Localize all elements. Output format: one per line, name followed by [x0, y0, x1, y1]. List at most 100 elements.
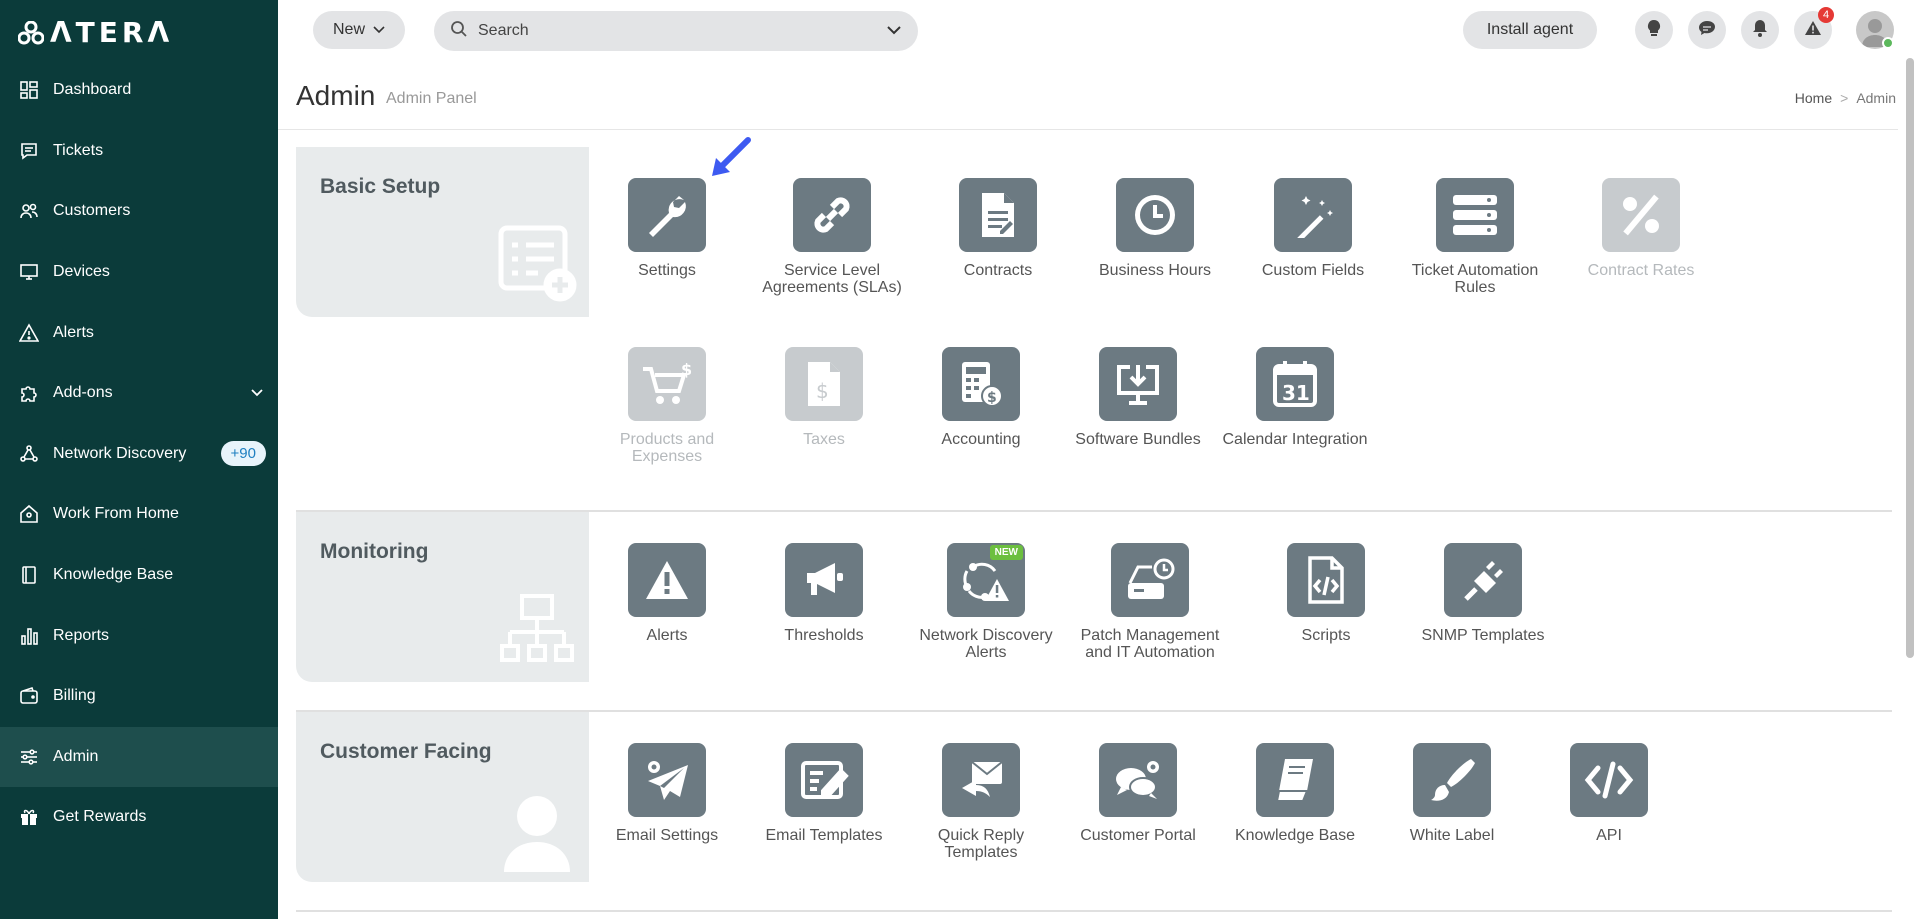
breadcrumb: Home > Admin	[1795, 90, 1896, 106]
tile-taxes[interactable]: $ Taxes	[749, 347, 899, 448]
gift-icon	[19, 807, 39, 827]
book-icon	[19, 565, 39, 585]
tile-patch-management[interactable]: Patch Management and IT Automation	[1075, 543, 1225, 661]
new-button-label: New	[332, 21, 365, 38]
section-panel: Basic Setup	[296, 147, 589, 317]
page-scrollbar[interactable]	[1898, 0, 1920, 919]
section-basic-setup: Basic Setup Settings Service Level Agree…	[296, 147, 1892, 512]
tile-api[interactable]: API	[1534, 743, 1684, 844]
tile-ticket-automation-rules[interactable]: Ticket Automation Rules	[1400, 178, 1550, 296]
sidebar-item-dashboard[interactable]: Dashboard	[0, 60, 278, 121]
svg-text:$: $	[816, 379, 829, 403]
magic-wand-icon	[1274, 178, 1352, 252]
sidebar-item-label: Tickets	[53, 141, 104, 159]
sidebar-item-tickets[interactable]: Tickets	[0, 121, 278, 182]
tile-email-settings[interactable]: Email Settings	[592, 743, 742, 844]
chat-button[interactable]	[1688, 11, 1726, 49]
tile-custom-fields[interactable]: Custom Fields	[1238, 178, 1388, 279]
tile-contracts[interactable]: Contracts	[923, 178, 1073, 279]
link-icon	[793, 178, 871, 252]
tile-alerts[interactable]: Alerts	[592, 543, 742, 644]
tile-label: Contract Rates	[1587, 262, 1695, 279]
tile-scripts[interactable]: Scripts	[1251, 543, 1401, 644]
sidebar-item-reports[interactable]: Reports	[0, 605, 278, 666]
tile-label: Custom Fields	[1261, 262, 1365, 279]
person-illustration-icon	[502, 792, 572, 877]
tile-label: Email Settings	[615, 827, 719, 844]
tile-calendar-integration[interactable]: 31 Calendar Integration	[1220, 347, 1370, 448]
tile-label: Network Discovery Alerts	[919, 627, 1053, 661]
install-agent-button[interactable]: Install agent	[1463, 11, 1597, 49]
lightbulb-icon	[1646, 19, 1662, 42]
sidebar-item-addons[interactable]: Add-ons	[0, 363, 278, 424]
tile-knowledge-base[interactable]: Knowledge Base	[1220, 743, 1370, 844]
tile-email-templates[interactable]: Email Templates	[749, 743, 899, 844]
sidebar-item-work-from-home[interactable]: Work From Home	[0, 484, 278, 545]
sidebar-item-customers[interactable]: Customers	[0, 181, 278, 242]
paintbrush-icon	[1413, 743, 1491, 817]
tile-label: White Label	[1409, 827, 1495, 844]
sidebar-item-alerts[interactable]: Alerts	[0, 302, 278, 363]
section-title: Customer Facing	[320, 740, 492, 763]
tile-software-bundles[interactable]: Software Bundles	[1063, 347, 1213, 448]
tile-accounting[interactable]: $ Accounting	[906, 347, 1056, 448]
atera-logo[interactable]: ΛTERΛ	[18, 16, 173, 49]
chevron-down-icon[interactable]	[886, 22, 902, 40]
calculator-icon: $	[942, 347, 1020, 421]
chevron-down-icon	[250, 385, 264, 403]
section-panel: Customer Facing	[296, 712, 589, 882]
breadcrumb-home[interactable]: Home	[1795, 90, 1832, 106]
svg-text:$: $	[987, 390, 997, 406]
pointer-arrow-icon	[706, 136, 752, 187]
tile-settings[interactable]: Settings	[592, 178, 742, 279]
tile-snmp-templates[interactable]: SNMP Templates	[1408, 543, 1558, 644]
tile-white-label[interactable]: White Label	[1377, 743, 1527, 844]
breadcrumb-separator: >	[1840, 90, 1849, 106]
puzzle-icon	[19, 383, 39, 403]
tile-sla[interactable]: Service Level Agreements (SLAs)	[757, 178, 907, 296]
sidebar-item-billing[interactable]: Billing	[0, 666, 278, 727]
tile-customer-portal[interactable]: Customer Portal	[1063, 743, 1213, 844]
lightbulb-button[interactable]	[1635, 11, 1673, 49]
tile-label: Calendar Integration	[1222, 431, 1368, 448]
tile-quick-reply-templates[interactable]: Quick Reply Templates	[906, 743, 1056, 861]
megaphone-icon	[785, 543, 863, 617]
tile-products-and-expenses[interactable]: $ Products and Expenses	[592, 347, 742, 465]
tax-document-icon: $	[785, 347, 863, 421]
tile-network-discovery-alerts[interactable]: NEW Network Discovery Alerts	[911, 543, 1061, 661]
breadcrumb-current: Admin	[1856, 90, 1896, 106]
tile-thresholds[interactable]: Thresholds	[749, 543, 899, 644]
sidebar-item-devices[interactable]: Devices	[0, 242, 278, 303]
tile-label: Knowledge Base	[1234, 827, 1356, 844]
plug-icon	[1444, 543, 1522, 617]
sidebar-item-label: Reports	[53, 626, 110, 644]
sidebar-item-get-rewards[interactable]: Get Rewards	[0, 787, 278, 848]
new-button[interactable]: New	[313, 11, 405, 49]
sidebar-item-label: Alerts	[53, 323, 94, 341]
page-header: Admin Admin Panel Home > Admin	[278, 60, 1898, 130]
dashboard-icon	[19, 80, 39, 100]
tile-contract-rates[interactable]: Contract Rates	[1566, 178, 1716, 279]
search-input[interactable]: Search	[434, 11, 918, 51]
bar-chart-icon	[19, 626, 39, 646]
customers-icon	[19, 201, 39, 221]
tile-business-hours[interactable]: Business Hours	[1080, 178, 1230, 279]
wallet-icon	[19, 686, 39, 706]
sidebar-item-admin[interactable]: Admin	[0, 726, 278, 788]
sidebar-item-network-discovery[interactable]: Network Discovery +90	[0, 424, 278, 485]
section-title: Basic Setup	[320, 175, 441, 198]
code-brackets-icon	[1570, 743, 1648, 817]
tile-label: Scripts	[1301, 627, 1351, 644]
alerts-button[interactable]: 4	[1794, 7, 1834, 49]
reply-envelope-icon	[942, 743, 1020, 817]
tile-label: Taxes	[803, 431, 845, 448]
page-subtitle: Admin Panel	[386, 90, 477, 107]
alert-count-badge: 4	[1818, 7, 1834, 23]
notifications-button[interactable]	[1741, 11, 1779, 49]
section-monitoring: Monitoring Alerts Thresholds NEW Network…	[296, 512, 1892, 712]
sidebar-item-knowledge-base[interactable]: Knowledge Base	[0, 545, 278, 606]
scrollbar-thumb[interactable]	[1906, 58, 1914, 658]
section-divider	[296, 910, 1892, 912]
warning-icon	[628, 543, 706, 617]
tile-label: Patch Management and IT Automation	[1080, 627, 1220, 661]
